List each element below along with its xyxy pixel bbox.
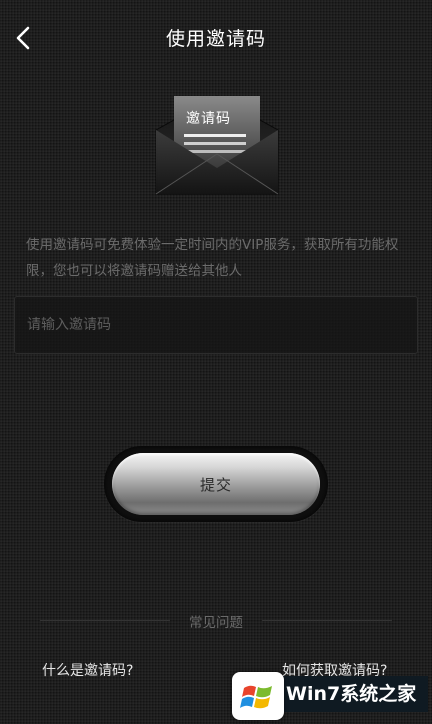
site-watermark: Win7系统之家 xyxy=(232,672,432,720)
windows-logo-icon xyxy=(240,685,272,709)
windows-logo-badge xyxy=(232,672,284,720)
faq-link-what-is-invite-code[interactable]: 什么是邀请码? xyxy=(42,660,133,680)
submit-button-label: 提交 xyxy=(199,475,232,494)
watermark-text: Win7系统之家 xyxy=(280,676,428,712)
faq-divider-right xyxy=(262,620,392,621)
invite-code-input[interactable] xyxy=(15,297,417,353)
envelope-illustration: 邀请码 xyxy=(152,90,282,198)
envelope-icon xyxy=(155,95,279,195)
page-title: 使用邀请码 xyxy=(165,28,266,50)
envelope-label: 邀请码 xyxy=(186,111,231,127)
invite-code-field[interactable] xyxy=(14,296,418,354)
faq-title: 常见问题 xyxy=(189,615,243,631)
invite-description: 使用邀请码可免费体验一定时间内的VIP服务，获取所有功能权限，您也可以将邀请码赠… xyxy=(26,237,399,279)
app-header: 使用邀请码 xyxy=(0,0,432,76)
submit-button[interactable]: 提交 xyxy=(112,453,320,515)
